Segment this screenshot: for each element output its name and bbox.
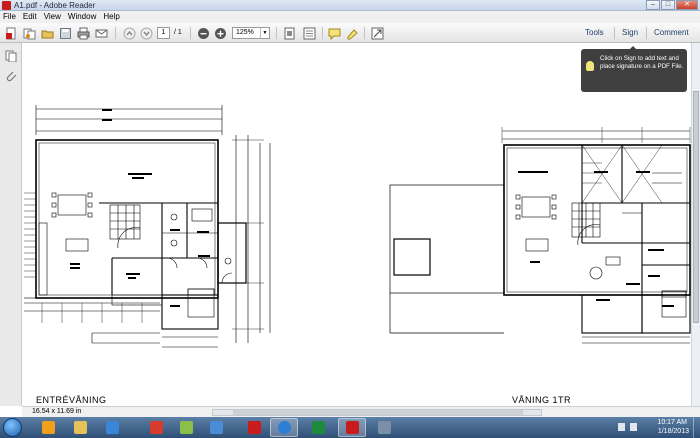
zoom-in-icon[interactable] [213, 26, 227, 40]
taskbar-app-13[interactable] [370, 418, 398, 437]
taskbar-rsa[interactable] [240, 418, 268, 437]
taskbar-app-6[interactable] [202, 418, 230, 437]
navigation-panel [0, 43, 22, 406]
taskbar-file-explorer[interactable] [66, 418, 94, 437]
floor-plan-drawing [24, 105, 691, 348]
window-title: A1.pdf - Adobe Reader [14, 1, 96, 10]
taskbar-outlook[interactable] [34, 418, 62, 437]
create-pdf-icon[interactable] [4, 26, 18, 40]
sticky-note-icon[interactable] [327, 26, 341, 40]
zoom-select[interactable]: 125% ▼ [232, 27, 270, 39]
page-size-label: 16.54 x 11.69 in [32, 408, 82, 415]
sign-tooltip: Click on Sign to add text and place sign… [581, 46, 687, 92]
comment-link[interactable]: Comment [654, 28, 689, 38]
menu-window[interactable]: Window [68, 11, 96, 23]
adobe-reader-icon [2, 1, 11, 10]
taskbar-excel[interactable] [304, 418, 332, 437]
adobe-reader-icon [345, 421, 359, 434]
menu-bar: File Edit View Window Help [0, 11, 700, 23]
menu-edit[interactable]: Edit [23, 11, 37, 23]
window-controls: – □ ✕ [645, 0, 698, 10]
print-icon[interactable] [76, 26, 90, 40]
tooltip-caret [629, 46, 637, 50]
taskbar-app-4[interactable] [142, 418, 170, 437]
toolbar-separator [646, 27, 647, 39]
upper-floor-plan [389, 127, 691, 344]
zoom-value: 125% [236, 29, 254, 36]
save-icon[interactable] [58, 26, 72, 40]
ground-floor-label: ENTRÉVÅNING [36, 395, 107, 405]
read-mode-icon[interactable] [302, 26, 316, 40]
network-icon[interactable] [630, 423, 637, 431]
page-total: / 1 [174, 29, 182, 36]
clock-time[interactable]: 10:17 AM [657, 419, 687, 426]
lightbulb-icon [586, 61, 594, 71]
status-bar: 16.54 x 11.69 in [22, 406, 700, 417]
highlight-icon[interactable] [345, 26, 359, 40]
app-icon [377, 421, 391, 434]
clock-date[interactable]: 1/18/2013 [658, 428, 689, 435]
ground-floor-plan [24, 105, 271, 348]
horizontal-scroll-thumb[interactable] [233, 410, 523, 415]
previous-page-icon[interactable] [122, 26, 136, 40]
toolbar-separator [614, 27, 615, 39]
vertical-scrollbar[interactable] [691, 43, 700, 406]
minimize-button[interactable]: – [646, 0, 660, 10]
app-icon [179, 421, 193, 434]
email-icon[interactable] [94, 26, 108, 40]
menu-help[interactable]: Help [103, 11, 119, 23]
folder-icon [73, 421, 87, 434]
toolbar-separator [322, 27, 323, 39]
zoom-out-icon[interactable] [196, 26, 210, 40]
document-view[interactable]: ENTRÉVÅNING VÅNING 1TR [22, 43, 691, 406]
start-button[interactable] [3, 418, 22, 437]
excel-icon [311, 421, 325, 434]
rsa-icon [247, 421, 261, 434]
open-folder-icon[interactable] [40, 26, 54, 40]
tooltip-message: Click on Sign to add text and place sign… [600, 55, 684, 70]
next-page-icon[interactable] [139, 26, 153, 40]
combine-files-icon[interactable] [22, 26, 36, 40]
system-tray: 10:17 AM 1/18/2013 [618, 417, 700, 438]
taskbar-media-player[interactable] [98, 418, 126, 437]
title-bar: A1.pdf - Adobe Reader – □ ✕ [0, 0, 700, 11]
adobe-reader-window: A1.pdf - Adobe Reader – □ ✕ File Edit Vi… [0, 0, 700, 438]
toolbar-separator [190, 27, 191, 39]
horizontal-scrollbar[interactable] [212, 409, 542, 416]
attachments-icon[interactable] [5, 70, 17, 82]
taskbar-adobe-reader[interactable] [338, 418, 366, 437]
taskbar: 10:17 AM 1/18/2013 [0, 417, 700, 438]
internet-explorer-icon [277, 421, 291, 434]
media-player-icon [105, 421, 119, 434]
tools-link[interactable]: Tools [585, 28, 604, 38]
page-thumbnails-icon[interactable] [5, 50, 17, 62]
maximize-button[interactable]: □ [661, 0, 675, 10]
app-icon [209, 421, 223, 434]
app-icon [149, 421, 163, 434]
menu-view[interactable]: View [44, 11, 61, 23]
battery-icon[interactable] [618, 423, 625, 431]
toolbar-separator [115, 27, 116, 39]
outlook-icon [41, 421, 55, 434]
fit-page-icon[interactable] [282, 26, 296, 40]
close-button[interactable]: ✕ [676, 0, 698, 10]
toolbar-separator [276, 27, 277, 39]
chevron-down-icon[interactable]: ▼ [260, 28, 269, 38]
page-number-input[interactable]: 1 [157, 27, 170, 39]
upper-floor-label: VÅNING 1TR [512, 395, 572, 405]
toolbar: 1 / 1 125% ▼ Tools Sign Comment [0, 23, 700, 43]
taskbar-internet-explorer[interactable] [270, 418, 298, 437]
menu-file[interactable]: File [3, 11, 16, 23]
sign-link[interactable]: Sign [622, 28, 638, 38]
taskbar-app-5[interactable] [172, 418, 200, 437]
toolbar-separator [364, 27, 365, 39]
show-desktop-button[interactable] [693, 417, 700, 438]
expand-icon[interactable] [370, 26, 384, 40]
vertical-scroll-thumb[interactable] [693, 91, 699, 323]
